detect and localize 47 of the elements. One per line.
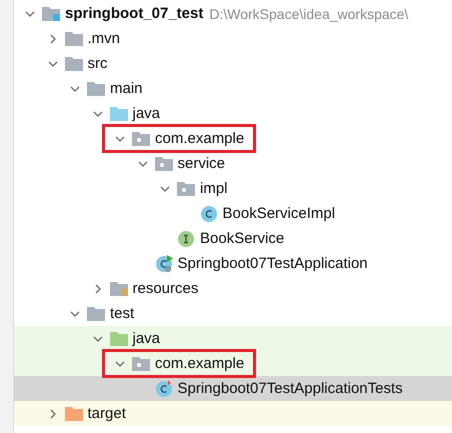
folder-icon <box>87 306 105 321</box>
interface-icon <box>177 230 195 248</box>
tree-item[interactable]: service <box>178 155 226 172</box>
tree-item[interactable]: BookService <box>200 230 284 247</box>
chevron-down-icon[interactable] <box>92 334 102 344</box>
tree-item[interactable]: impl <box>200 180 228 197</box>
tree-item[interactable]: target <box>88 405 126 422</box>
tree-item[interactable]: test <box>110 305 134 322</box>
chevron-right-icon[interactable] <box>92 284 102 294</box>
tree-item[interactable]: main <box>110 80 143 97</box>
tree-item[interactable]: springboot_07_test <box>65 5 204 22</box>
class-icon <box>154 254 172 272</box>
tree-item[interactable]: com.example <box>155 130 244 147</box>
tree-item[interactable]: resources <box>132 280 198 297</box>
chevron-down-icon[interactable] <box>70 308 80 318</box>
chevron-down-icon[interactable] <box>48 58 58 68</box>
chevron-right-icon[interactable] <box>48 34 58 44</box>
chevron-down-icon[interactable] <box>160 184 170 194</box>
class-icon <box>200 204 218 222</box>
folder-icon <box>64 31 82 46</box>
tree-item[interactable]: java <box>132 330 160 347</box>
module-icon <box>42 6 60 21</box>
tree-item[interactable]: java <box>132 105 160 122</box>
chevron-down-icon[interactable] <box>70 84 80 94</box>
folder-icon <box>110 106 128 121</box>
chevron-down-icon[interactable] <box>115 134 125 144</box>
chevron-down-icon[interactable] <box>25 8 35 18</box>
folder-icon <box>64 56 82 71</box>
package-icon <box>154 156 172 171</box>
folder-icon <box>110 281 128 296</box>
folder-icon <box>87 81 105 96</box>
tree-item[interactable]: src <box>88 55 108 72</box>
tree-item[interactable]: BookServiceImpl <box>222 205 336 222</box>
chevron-down-icon[interactable] <box>115 358 125 368</box>
chevron-down-icon[interactable] <box>138 158 148 168</box>
class-icon <box>154 380 172 398</box>
tree-item[interactable]: .mvn <box>88 30 120 47</box>
chevron-right-icon[interactable] <box>48 408 58 418</box>
package-icon <box>132 356 150 371</box>
package-icon <box>177 181 195 196</box>
package-icon <box>132 131 150 146</box>
folder-icon <box>64 406 82 421</box>
tree-item[interactable]: Springboot07TestApplication <box>178 255 368 272</box>
project-path: D:\WorkSpace\idea_workspace\ <box>209 6 408 22</box>
chevron-down-icon[interactable] <box>92 108 102 118</box>
folder-icon <box>110 331 128 346</box>
tree-item[interactable]: com.example <box>155 355 244 372</box>
